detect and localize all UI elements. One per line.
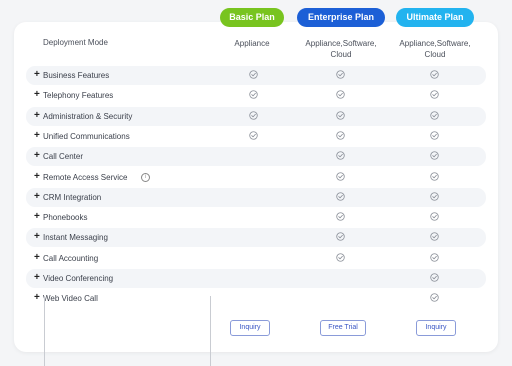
feature-row[interactable]: + Phonebooks (26, 208, 486, 227)
feature-label: Telephony Features (43, 91, 114, 101)
check-icon (430, 293, 439, 302)
expand-plus-icon[interactable]: + (34, 90, 40, 100)
check-icon (430, 232, 439, 242)
basic-plan-badge: Basic Plan (220, 8, 284, 27)
feature-row[interactable]: + Remote Access Service i (26, 168, 486, 187)
deployment-basic: Appliance (234, 39, 270, 48)
feature-label: Call Center (43, 152, 84, 162)
feature-label: CRM Integration (43, 192, 102, 202)
check-icon (336, 171, 345, 181)
check-icon (249, 131, 258, 140)
expand-plus-icon[interactable]: + (34, 252, 40, 263)
feature-row[interactable]: + Call Accounting (26, 249, 486, 268)
check-icon (430, 110, 439, 120)
check-icon (430, 171, 439, 181)
check-icon (249, 90, 258, 99)
check-icon (336, 212, 345, 221)
feature-row[interactable]: + Instant Messaging (26, 228, 486, 248)
deployment-mode-label: Deployment Mode (43, 38, 108, 47)
expand-plus-icon[interactable]: + (34, 151, 40, 161)
expand-plus-icon[interactable]: + (34, 293, 40, 303)
ultimate-inquiry-button[interactable]: Inquiry (416, 320, 456, 336)
check-icon (430, 253, 439, 262)
expand-plus-icon[interactable]: + (34, 70, 40, 80)
info-icon[interactable]: i (141, 172, 150, 182)
feature-label: Business Features (43, 71, 110, 80)
feature-row[interactable]: + Unified Communications (26, 127, 486, 146)
deployment-enterprise: Appliance,Software, Cloud (305, 39, 377, 59)
expand-plus-icon[interactable]: + (34, 110, 40, 121)
deployment-ultimate: Appliance,Software, Cloud (399, 39, 471, 59)
expand-plus-icon[interactable]: + (34, 191, 40, 202)
check-icon (430, 131, 439, 140)
expand-plus-icon[interactable]: + (34, 130, 40, 141)
check-icon (249, 70, 258, 79)
feature-row[interactable]: + Telephony Features (26, 86, 486, 105)
check-icon (336, 131, 345, 140)
feature-label: Web Video Call (43, 294, 98, 304)
feature-label: Phonebooks (43, 213, 88, 223)
check-icon (249, 110, 258, 120)
check-icon (430, 192, 439, 201)
check-icon (336, 151, 345, 160)
check-icon (336, 253, 345, 262)
check-icon (336, 90, 345, 99)
check-icon (430, 273, 439, 282)
feature-label: Unified Communications (43, 131, 130, 141)
check-icon (336, 110, 345, 120)
feature-row[interactable]: + Video Conferencing (26, 269, 486, 288)
check-icon (336, 232, 345, 242)
feature-row[interactable]: + Administration & Security (26, 106, 486, 126)
check-icon (430, 70, 439, 79)
feature-label: Instant Messaging (43, 233, 108, 243)
check-icon (430, 212, 439, 221)
expand-plus-icon[interactable]: + (34, 273, 40, 283)
feature-label: Remote Access Service (43, 172, 128, 182)
enterprise-plan-badge: Enterprise Plan (297, 8, 385, 27)
expand-plus-icon[interactable]: + (34, 212, 40, 222)
expand-plus-icon[interactable]: + (34, 171, 40, 182)
feature-row[interactable]: + Web Video Call (26, 289, 486, 308)
feature-label: Video Conferencing (43, 274, 114, 283)
ultimate-plan-badge: Ultimate Plan (396, 8, 474, 27)
check-icon (336, 70, 345, 79)
enterprise-free-trial-button[interactable]: Free Trial (320, 320, 366, 336)
feature-row[interactable]: + Call Center (26, 147, 486, 167)
check-icon (430, 90, 439, 99)
check-icon (430, 151, 439, 160)
feature-label: Administration & Security (43, 111, 133, 121)
feature-label: Call Accounting (43, 253, 99, 263)
basic-inquiry-button[interactable]: Inquiry (230, 320, 270, 336)
feature-row[interactable]: + Business Features (26, 66, 486, 85)
expand-plus-icon[interactable]: + (34, 232, 40, 242)
check-icon (336, 192, 345, 201)
divider-line-left (44, 296, 45, 366)
divider-line-right (210, 296, 211, 366)
feature-row[interactable]: + CRM Integration (26, 187, 486, 207)
